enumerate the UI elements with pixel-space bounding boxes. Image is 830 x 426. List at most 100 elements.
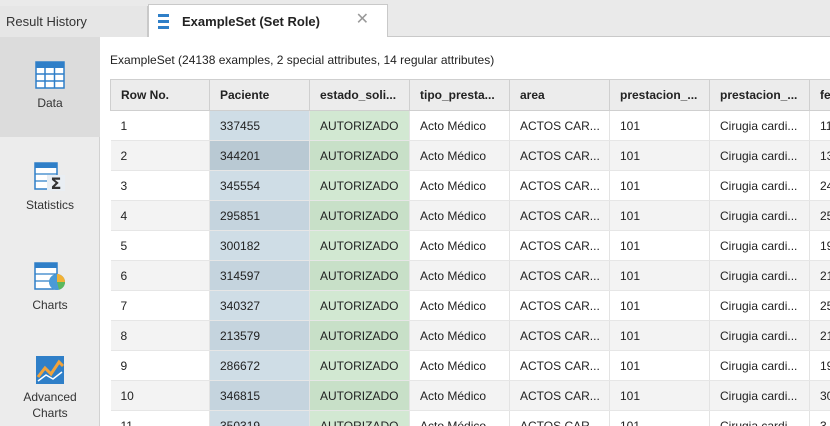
cell-fecha[interactable]: 24	[809, 170, 830, 201]
cell-row-no[interactable]: 9	[110, 350, 210, 381]
cell-paciente[interactable]: 344201	[209, 140, 310, 171]
table-row[interactable]: 7 340327 AUTORIZADO Acto Médico ACTOS CAR...…	[110, 290, 830, 321]
cell-prestacion-1[interactable]: 101	[609, 380, 710, 411]
cell-row-no[interactable]: 10	[110, 380, 210, 411]
cell-estado[interactable]: AUTORIZADO	[309, 230, 410, 261]
table-row[interactable]: 2 344201 AUTORIZADO Acto Médico ACTOS CAR...…	[110, 140, 830, 171]
cell-area[interactable]: ACTOS CAR...	[509, 290, 610, 321]
cell-area[interactable]: ACTOS CAR...	[509, 320, 610, 351]
table-row[interactable]: 11 350319 AUTORIZADO Acto Médico ACTOS CAR..…	[110, 410, 830, 426]
cell-prestacion-1[interactable]: 101	[609, 410, 710, 426]
cell-prestacion-1[interactable]: 101	[609, 260, 710, 291]
table-row[interactable]: 1 337455 AUTORIZADO Acto Médico ACTOS CAR...…	[110, 110, 830, 141]
cell-area[interactable]: ACTOS CAR...	[509, 260, 610, 291]
cell-prestacion-2[interactable]: Cirugia cardi...	[709, 380, 810, 411]
cell-area[interactable]: ACTOS CAR...	[509, 110, 610, 141]
cell-fecha[interactable]: 13	[809, 140, 830, 171]
cell-paciente[interactable]: 345554	[209, 170, 310, 201]
column-header-prestacion-2[interactable]: prestacion_...	[709, 79, 810, 111]
cell-tipo[interactable]: Acto Médico	[409, 110, 510, 141]
column-header-paciente[interactable]: Paciente	[209, 79, 310, 111]
table-row[interactable]: 3 345554 AUTORIZADO Acto Médico ACTOS CAR...…	[110, 170, 830, 201]
cell-tipo[interactable]: Acto Médico	[409, 320, 510, 351]
cell-paciente[interactable]: 340327	[209, 290, 310, 321]
cell-fecha[interactable]: 3	[809, 410, 830, 426]
cell-fecha[interactable]: 30	[809, 380, 830, 411]
column-header-fecha[interactable]: fe	[809, 79, 830, 111]
cell-area[interactable]: ACTOS CAR...	[509, 380, 610, 411]
cell-tipo[interactable]: Acto Médico	[409, 350, 510, 381]
cell-prestacion-1[interactable]: 101	[609, 140, 710, 171]
close-icon[interactable]: ✕	[356, 12, 369, 28]
cell-prestacion-2[interactable]: Cirugia cardi...	[709, 140, 810, 171]
cell-estado[interactable]: AUTORIZADO	[309, 140, 410, 171]
sidebar-item-charts[interactable]: Charts	[0, 237, 100, 337]
tab-result-history[interactable]: Result History	[0, 6, 148, 37]
column-header-tipo-prestacion[interactable]: tipo_presta...	[409, 79, 510, 111]
cell-fecha[interactable]: 25	[809, 200, 830, 231]
data-table-view[interactable]: Row No. Paciente estado_soli... tipo_pre…	[110, 79, 830, 426]
cell-prestacion-2[interactable]: Cirugia cardi...	[709, 110, 810, 141]
column-header-estado-solicitud[interactable]: estado_soli...	[309, 79, 410, 111]
cell-fecha[interactable]: 11	[809, 110, 830, 141]
cell-tipo[interactable]: Acto Médico	[409, 410, 510, 426]
table-row[interactable]: 10 346815 AUTORIZADO Acto Médico ACTOS CAR..…	[110, 380, 830, 411]
cell-tipo[interactable]: Acto Médico	[409, 290, 510, 321]
cell-row-no[interactable]: 8	[110, 320, 210, 351]
cell-prestacion-1[interactable]: 101	[609, 290, 710, 321]
cell-row-no[interactable]: 5	[110, 230, 210, 261]
cell-estado[interactable]: AUTORIZADO	[309, 260, 410, 291]
cell-paciente[interactable]: 300182	[209, 230, 310, 261]
cell-area[interactable]: ACTOS CAR...	[509, 350, 610, 381]
column-header-area[interactable]: area	[509, 79, 610, 111]
cell-estado[interactable]: AUTORIZADO	[309, 290, 410, 321]
table-row[interactable]: 8 213579 AUTORIZADO Acto Médico ACTOS CAR...…	[110, 320, 830, 351]
cell-prestacion-2[interactable]: Cirugia cardi...	[709, 410, 810, 426]
table-row[interactable]: 9 286672 AUTORIZADO Acto Médico ACTOS CAR...…	[110, 350, 830, 381]
cell-fecha[interactable]: 19	[809, 230, 830, 261]
cell-prestacion-1[interactable]: 101	[609, 320, 710, 351]
cell-paciente[interactable]: 346815	[209, 380, 310, 411]
cell-row-no[interactable]: 7	[110, 290, 210, 321]
cell-fecha[interactable]: 21	[809, 260, 830, 291]
cell-area[interactable]: ACTOS CAR...	[509, 170, 610, 201]
sidebar-item-statistics[interactable]: Σ Statistics	[0, 137, 100, 237]
cell-row-no[interactable]: 6	[110, 260, 210, 291]
cell-fecha[interactable]: 19	[809, 350, 830, 381]
cell-paciente[interactable]: 213579	[209, 320, 310, 351]
cell-estado[interactable]: AUTORIZADO	[309, 170, 410, 201]
cell-estado[interactable]: AUTORIZADO	[309, 200, 410, 231]
sidebar-item-advanced-charts[interactable]: Advanced Charts	[0, 337, 100, 426]
cell-prestacion-1[interactable]: 101	[609, 200, 710, 231]
cell-row-no[interactable]: 11	[110, 410, 210, 426]
cell-estado[interactable]: AUTORIZADO	[309, 320, 410, 351]
cell-estado[interactable]: AUTORIZADO	[309, 350, 410, 381]
table-row[interactable]: 4 295851 AUTORIZADO Acto Médico ACTOS CAR...…	[110, 200, 830, 231]
cell-area[interactable]: ACTOS CAR...	[509, 230, 610, 261]
cell-prestacion-2[interactable]: Cirugia cardi...	[709, 260, 810, 291]
cell-row-no[interactable]: 1	[110, 110, 210, 141]
cell-prestacion-1[interactable]: 101	[609, 230, 710, 261]
cell-prestacion-2[interactable]: Cirugia cardi...	[709, 230, 810, 261]
cell-prestacion-2[interactable]: Cirugia cardi...	[709, 200, 810, 231]
cell-estado[interactable]: AUTORIZADO	[309, 110, 410, 141]
cell-paciente[interactable]: 286672	[209, 350, 310, 381]
cell-paciente[interactable]: 314597	[209, 260, 310, 291]
cell-estado[interactable]: AUTORIZADO	[309, 410, 410, 426]
tab-exampleset[interactable]: ExampleSet (Set Role) ✕	[148, 4, 388, 37]
cell-estado[interactable]: AUTORIZADO	[309, 380, 410, 411]
table-row[interactable]: 6 314597 AUTORIZADO Acto Médico ACTOS CAR...…	[110, 260, 830, 291]
cell-tipo[interactable]: Acto Médico	[409, 380, 510, 411]
cell-area[interactable]: ACTOS CAR...	[509, 410, 610, 426]
cell-prestacion-2[interactable]: Cirugia cardi...	[709, 170, 810, 201]
column-header-row-no[interactable]: Row No.	[110, 79, 210, 111]
cell-tipo[interactable]: Acto Médico	[409, 230, 510, 261]
cell-prestacion-2[interactable]: Cirugia cardi...	[709, 290, 810, 321]
cell-tipo[interactable]: Acto Médico	[409, 140, 510, 171]
column-header-prestacion-1[interactable]: prestacion_...	[609, 79, 710, 111]
cell-paciente[interactable]: 295851	[209, 200, 310, 231]
cell-prestacion-1[interactable]: 101	[609, 170, 710, 201]
cell-prestacion-1[interactable]: 101	[609, 350, 710, 381]
cell-tipo[interactable]: Acto Médico	[409, 170, 510, 201]
cell-row-no[interactable]: 3	[110, 170, 210, 201]
